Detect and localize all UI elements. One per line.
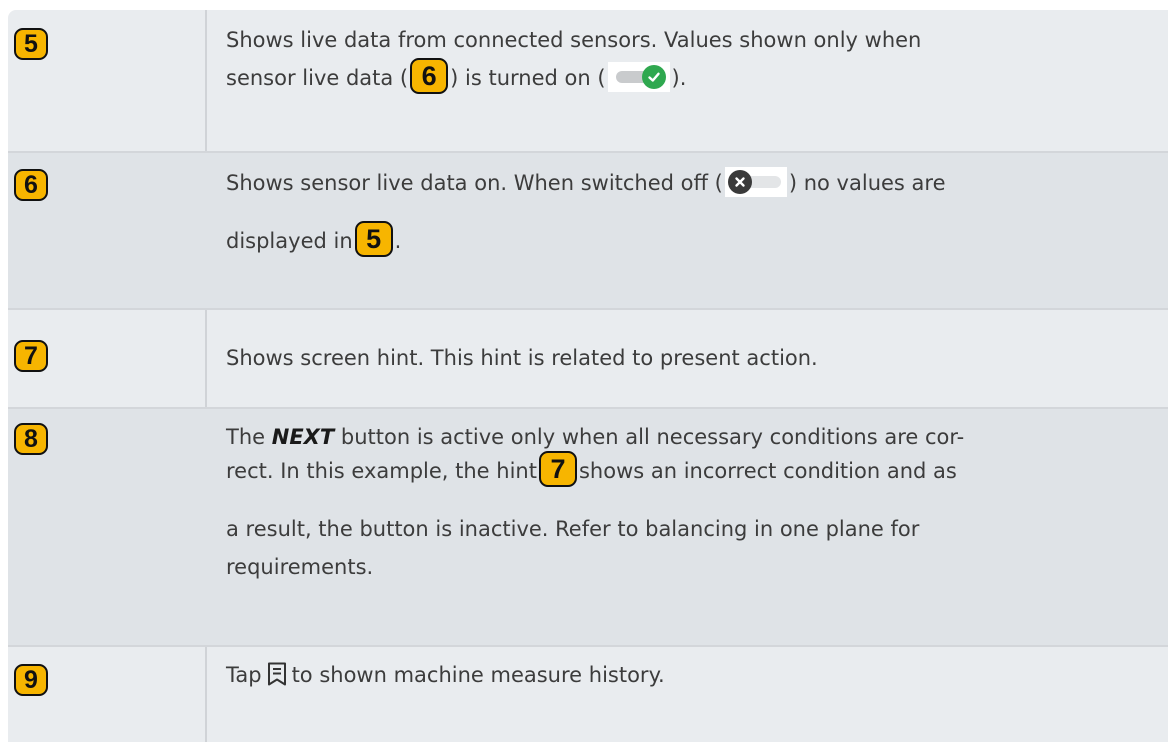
row-5-line-2: sensor live data (6) is turned on ().	[226, 58, 1156, 94]
row-5-text-b: ) is turned on (	[450, 66, 606, 90]
next-keyword: NEXT	[271, 425, 335, 449]
row-8-line-2: rect. In this example, the hint 7 shows an…	[226, 451, 1156, 487]
measure-history-icon	[267, 662, 286, 686]
row-6-text-a: Shows sensor live data on. When switched…	[226, 171, 723, 195]
row-9-text-a: Tap	[226, 663, 262, 687]
callout-badge-7: 7	[14, 340, 48, 372]
callout-badge-6: 6	[14, 169, 48, 201]
callout-badge-5: 5	[14, 28, 48, 60]
row-8-text-a: The	[226, 425, 266, 449]
callout-badge-8: 8	[14, 423, 48, 455]
table-row-5: 5 Shows live data from connected sensors…	[8, 10, 1168, 153]
row-6-line-1: Shows sensor live data on. When switched…	[226, 167, 1156, 199]
row-8-text-c: rect. In this example, the hint	[226, 459, 537, 483]
table-row-6: 6 Shows sensor live data on. When switch…	[8, 153, 1168, 310]
info-table: 5 Shows live data from connected sensors…	[8, 10, 1168, 742]
toggle-off-x-icon	[724, 167, 787, 197]
table-row-8: 8 The NEXT button is active only when al…	[8, 409, 1168, 647]
inline-badge-5: 5	[354, 221, 393, 257]
row-9-text-b: to shown machine measure history.	[291, 663, 665, 687]
row-5-description: Shows live data from connected sensors. …	[226, 24, 1156, 94]
row-8-line-3: a result, the button is inactive. Refer …	[226, 517, 920, 541]
table-row-7: 7 Shows screen hint. This hint is relate…	[8, 310, 1168, 409]
row-5-line-1: Shows live data from connected sensors. …	[226, 28, 922, 52]
row-8-text-b: button is active only when all necessary…	[340, 425, 965, 449]
row-6-text-b: ) no values are	[788, 171, 946, 195]
row-5-text-a: sensor live data (	[226, 66, 409, 90]
row-6-text-d: .	[394, 229, 402, 253]
row-6-description: Shows sensor live data on. When switched…	[226, 167, 1156, 257]
row-8-text-d: shows an incorrect condition and as	[578, 459, 957, 483]
inline-badge-7: 7	[538, 451, 577, 487]
row-6-line-2: displayed in 5.	[226, 221, 1156, 257]
row-9-description: Tap to shown machine measure history.	[226, 659, 1156, 691]
row-5-text-c: ).	[671, 66, 687, 90]
toggle-on-check-icon	[607, 62, 670, 92]
row-6-text-c: displayed in	[226, 229, 353, 253]
row-8-line-1: The NEXT button is active only when all …	[226, 421, 1156, 453]
row-8-description: The NEXT button is active only when all …	[226, 421, 1156, 583]
row-7-description: Shows screen hint. This hint is related …	[226, 346, 818, 370]
callout-badge-9: 9	[14, 664, 48, 696]
table-row-9: 9 Tap to shown machine measure history.	[8, 647, 1168, 742]
inline-badge-6: 6	[410, 58, 449, 94]
row-8-line-4: requirements.	[226, 555, 374, 579]
